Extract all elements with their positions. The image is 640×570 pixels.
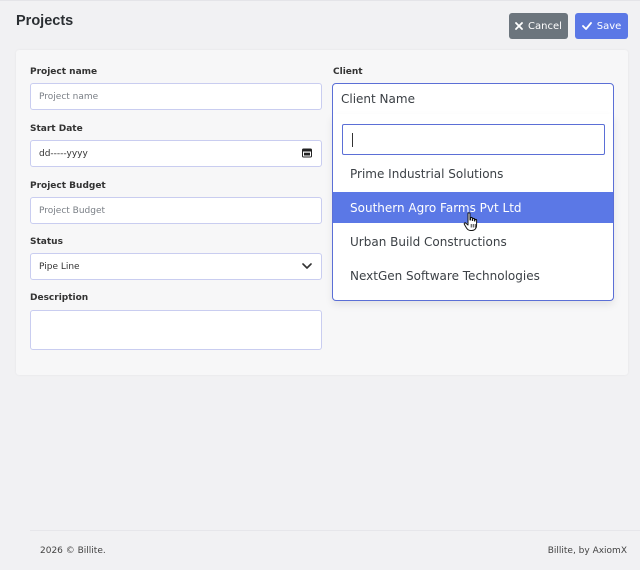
start-date-label: Start Date (30, 124, 83, 134)
save-button[interactable]: Save (575, 13, 628, 39)
client-option-label: Prime Industrial Solutions (350, 166, 504, 181)
cancel-button-label: Cancel (528, 20, 562, 32)
client-option-label: Southern Agro Farms Pvt Ltd (350, 200, 522, 215)
client-option-nextgen-software[interactable]: NextGen Software Technologies (333, 260, 613, 291)
client-option-prime-industrial[interactable]: Prime Industrial Solutions (333, 158, 613, 189)
status-select[interactable]: Pipe Line (30, 253, 322, 280)
footer-copyright: 2026 © Billite. (40, 546, 106, 556)
project-name-placeholder: Project name (39, 91, 99, 102)
start-date-input[interactable]: dd-----yyyy (30, 140, 322, 167)
start-date-placeholder: dd-----yyyy (39, 148, 88, 159)
save-button-label: Save (596, 20, 622, 32)
description-label: Description (30, 293, 89, 303)
client-option-label: Urban Build Constructions (350, 234, 507, 249)
close-icon (515, 22, 523, 30)
project-name-label: Project name (30, 67, 98, 77)
client-dropdown: Prime Industrial Solutions Southern Agro… (332, 114, 614, 301)
calendar-icon[interactable] (302, 147, 312, 160)
status-value: Pipe Line (39, 261, 80, 272)
client-option-label: NextGen Software Technologies (350, 268, 540, 283)
client-search-input[interactable] (342, 124, 605, 155)
hand-pointer-icon (463, 212, 479, 237)
description-textarea[interactable] (30, 310, 322, 350)
project-budget-placeholder: Project Budget (39, 205, 106, 216)
text-caret (352, 133, 353, 147)
client-select[interactable]: Client Name (332, 83, 614, 115)
footer-divider (30, 530, 640, 531)
chevron-down-icon (302, 262, 312, 272)
client-label: Client (333, 67, 363, 77)
status-label: Status (30, 237, 63, 247)
project-budget-label: Project Budget (30, 181, 106, 191)
cancel-button[interactable]: Cancel (509, 13, 568, 39)
top-divider (0, 0, 640, 1)
client-select-value: Client Name (341, 92, 415, 106)
page-title: Projects (16, 13, 74, 29)
page: Projects Cancel Save Project name Projec… (0, 0, 640, 570)
project-budget-input[interactable]: Project Budget (30, 197, 322, 224)
project-name-input[interactable]: Project name (30, 83, 322, 110)
check-icon (581, 22, 592, 30)
footer-credit: Billite, by AxiomX (547, 546, 627, 556)
